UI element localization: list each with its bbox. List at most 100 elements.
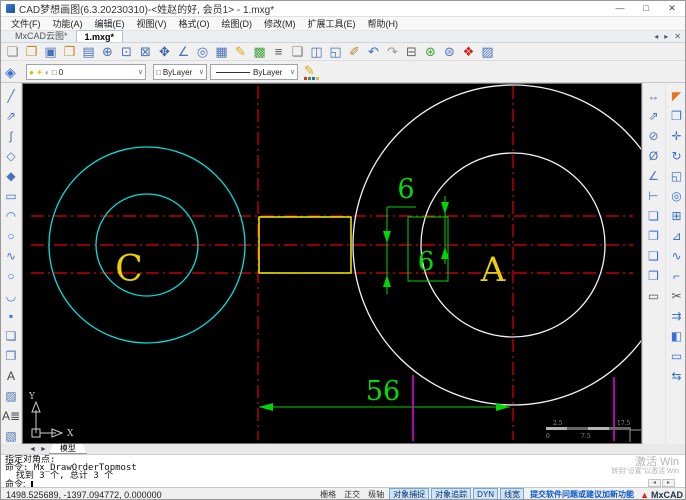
toolbar-icon-export-pdf[interactable]: ❖ xyxy=(459,43,478,61)
dim-icon-dim-style-3[interactable]: ❑ xyxy=(645,246,663,266)
dim-icon-dim-style-4[interactable]: ❒ xyxy=(645,266,663,286)
window-control-close[interactable]: ✕ xyxy=(659,1,685,16)
dim-icon-dim-style-2[interactable]: ❐ xyxy=(645,226,663,246)
command-prompt-line[interactable]: 命令: xyxy=(5,480,685,487)
modify-icon-array[interactable]: ⊞ xyxy=(668,206,686,226)
feedback-link[interactable]: 提交软件问题或建议加新功能 xyxy=(530,489,634,499)
dim-icon-dim-diameter[interactable]: ⊘ xyxy=(645,126,663,146)
draw-icon-line[interactable]: ╱ xyxy=(2,86,20,106)
draw-icon-construction-line[interactable]: ⇗ xyxy=(2,106,20,126)
layer-select[interactable]: ● ☀ ◐ □ 0 ∨ xyxy=(26,64,146,80)
dim-icon-dim-aligned[interactable]: ⇗ xyxy=(645,106,663,126)
modify-icon-copy[interactable]: ❐ xyxy=(668,106,686,126)
toolbar-icon-layout-settings[interactable]: ◫ xyxy=(307,43,326,61)
toolbar-icon-measure[interactable]: ∠ xyxy=(174,43,193,61)
dim-icon-dim-linear[interactable]: ↔ xyxy=(645,86,663,106)
dim-icon-dim-radius[interactable]: Ø xyxy=(645,146,663,166)
modify-icon-erase[interactable]: ◤ xyxy=(668,86,686,106)
modify-icon-pedit[interactable]: ▭ xyxy=(668,346,686,366)
window-control-maximize[interactable]: □ xyxy=(633,1,659,16)
draw-icon-image[interactable]: ▨ xyxy=(2,386,20,406)
layout-nav-next-layout[interactable]: ► xyxy=(38,446,49,453)
draw-icon-spline[interactable]: ∿ xyxy=(2,246,20,266)
document-tab[interactable]: MxCAD云图* xyxy=(7,30,76,42)
toolbar-icon-zoom-extents[interactable]: ⊠ xyxy=(136,43,155,61)
modify-icon-join[interactable]: ⇆ xyxy=(668,366,686,386)
toolbar-icon-insert-image[interactable]: ▨ xyxy=(478,43,497,61)
toolbar-icon-draw-tool[interactable]: ✎ xyxy=(231,43,250,61)
dim-6-bottom-text[interactable]: 6 xyxy=(418,247,435,277)
dim-icon-dim-baseline[interactable]: ⊢ xyxy=(645,186,663,206)
layout-nav-prev-layout[interactable]: ◄ xyxy=(27,446,38,453)
draw-icon-text[interactable]: A xyxy=(2,366,20,386)
toolbar-icon-edit-attributes[interactable]: ✐ xyxy=(345,43,364,61)
modify-icon-extend[interactable]: ⇉ xyxy=(668,306,686,326)
modify-icon-mirror[interactable]: ⊿ xyxy=(668,226,686,246)
color-select[interactable]: □ ByLayer ∨ xyxy=(153,64,207,80)
toolbar-icon-undo[interactable]: ↶ xyxy=(364,43,383,61)
menu-item[interactable]: 功能(A) xyxy=(47,17,89,31)
toolbar-icon-save-as[interactable]: ▤ xyxy=(79,43,98,61)
draw-icon-block-create[interactable]: ❏ xyxy=(2,326,20,346)
drawing-svg[interactable]: 6 6 56 C A Y X 2.5 17.5 0 7.5 xyxy=(23,84,674,442)
toolbar-icon-block-library[interactable]: ❑ xyxy=(288,43,307,61)
modify-icon-chamfer[interactable]: ⌐ xyxy=(668,266,686,286)
menu-item[interactable]: 修改(M) xyxy=(258,17,302,31)
toolbar-icon-linetype-list[interactable]: ≡ xyxy=(269,43,288,61)
command-scroll-button-scroll-right[interactable]: ▸ xyxy=(662,479,675,487)
toolbar-icon-new-file[interactable]: ❏ xyxy=(3,43,22,61)
dim-56-text[interactable]: 56 xyxy=(366,376,400,407)
dim-6-top-text[interactable]: 6 xyxy=(397,174,414,205)
modify-icon-offset[interactable]: ◎ xyxy=(668,186,686,206)
toolbar-icon-layer-manager[interactable]: ▦ xyxy=(212,43,231,61)
menu-item[interactable]: 绘图(D) xyxy=(216,17,259,31)
tabbar-control-close-tab[interactable]: ✕ xyxy=(671,31,684,43)
toolbar-icon-print[interactable]: ⊟ xyxy=(402,43,421,61)
model-tab[interactable]: 模型 xyxy=(48,444,87,454)
dim-icon-dim-edit[interactable]: ▭ xyxy=(645,286,663,306)
draw-icon-hatch[interactable]: ▧ xyxy=(2,426,20,446)
toolbar-icon-save[interactable]: ▣ xyxy=(41,43,60,61)
draw-icon-ellipse[interactable]: ○ xyxy=(2,266,20,286)
status-toggle[interactable]: 对象追踪 xyxy=(431,488,472,499)
linetype-select[interactable]: ByLayer ∨ xyxy=(210,64,298,80)
modify-icon-rotate[interactable]: ↻ xyxy=(668,146,686,166)
modify-icon-spline-edit[interactable]: ∿ xyxy=(668,246,686,266)
command-panel[interactable]: 指定对角点: 命令: Mx_DrawOrderTopmost 找到 3 个, 总计… xyxy=(1,455,685,488)
status-toggle[interactable]: DYN xyxy=(473,488,499,499)
tabbar-control-scroll-right[interactable]: ▸ xyxy=(661,31,671,43)
status-toggle[interactable]: 极轴 xyxy=(365,489,387,499)
toolbar-icon-zoom-in[interactable]: ⊕ xyxy=(98,43,117,61)
toolbar-icon-open-drawing[interactable]: ❐ xyxy=(22,43,41,61)
menu-item[interactable]: 视图(V) xyxy=(131,17,173,31)
drawing-canvas[interactable]: 6 6 56 C A Y X 2.5 17.5 0 7.5 xyxy=(22,83,674,444)
draw-icon-mtext[interactable]: A≣ xyxy=(2,406,20,426)
status-toggle[interactable]: 线宽 xyxy=(500,488,525,499)
draw-icon-polygon[interactable]: ◇ xyxy=(2,146,20,166)
toolbar-icon-open-folder[interactable]: ❒ xyxy=(60,43,79,61)
draw-icon-block-insert[interactable]: ❐ xyxy=(2,346,20,366)
menu-item[interactable]: 扩展工具(E) xyxy=(302,17,362,31)
draw-icon-polyline[interactable]: ʃ xyxy=(2,126,20,146)
label-c[interactable]: C xyxy=(115,249,143,290)
tabbar-control-scroll-left[interactable]: ◂ xyxy=(651,31,661,43)
draw-icon-rectangle[interactable]: ▭ xyxy=(2,186,20,206)
dim-icon-dim-angular[interactable]: ∠ xyxy=(645,166,663,186)
dim-icon-dim-style-1[interactable]: ❏ xyxy=(645,206,663,226)
modify-icon-trim[interactable]: ✂ xyxy=(668,286,686,306)
draw-icon-polygon-inscribed[interactable]: ◆ xyxy=(2,166,20,186)
draw-icon-ellipse-arc[interactable]: ◡ xyxy=(2,286,20,306)
toolbar-icon-selection[interactable]: ◱ xyxy=(326,43,345,61)
menu-item[interactable]: 格式(O) xyxy=(173,17,216,31)
label-a[interactable]: A xyxy=(480,250,506,290)
toolbar-icon-pan[interactable]: ✥ xyxy=(155,43,174,61)
window-control-minimize[interactable]: — xyxy=(607,1,633,16)
toolbar-icon-web-share[interactable]: ⊜ xyxy=(440,43,459,61)
toolbar-icon-redo[interactable]: ↷ xyxy=(383,43,402,61)
draw-icon-point[interactable]: ▪ xyxy=(2,306,20,326)
modify-icon-move[interactable]: ✛ xyxy=(668,126,686,146)
toolbar-icon-publish-web[interactable]: ⊛ xyxy=(421,43,440,61)
toolbar-icon-zoom-window[interactable]: ⊡ xyxy=(117,43,136,61)
document-tab[interactable]: 1.mxg* xyxy=(75,30,124,42)
menu-item[interactable]: 编辑(E) xyxy=(89,17,131,31)
